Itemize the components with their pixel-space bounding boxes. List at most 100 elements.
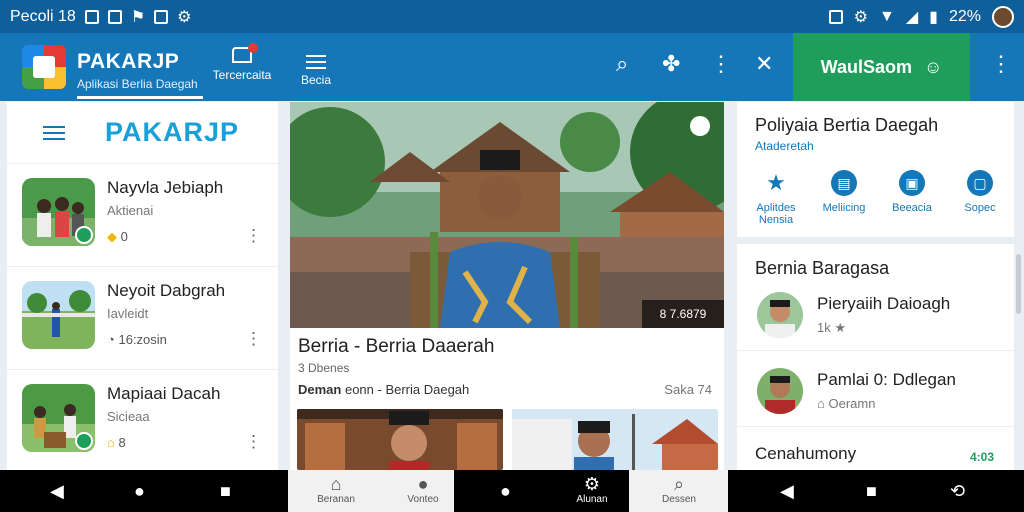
featured-image[interactable]: 8 7.6879 [290, 102, 724, 328]
tab-search[interactable]: ⌕ Dessen [649, 474, 709, 505]
shortcut-item[interactable]: ★ Aplitdes Nensia [745, 170, 807, 226]
status-bar: Pecoli 18 ⚑ ⚙ ⚙ ▼ ◢ ▮ 22% [0, 0, 1024, 33]
tab-news[interactable]: Becia [296, 51, 336, 87]
category-card-subtitle[interactable]: Ataderetah [755, 139, 814, 153]
item-more-icon[interactable]: ⋮ [245, 329, 262, 349]
puzzle-icon[interactable]: ✤ [662, 51, 680, 77]
item-thumbnail [22, 384, 95, 452]
people-card: Bernia Baragasa Pieryaiih Daioagh 1k ★ P… [737, 244, 1014, 470]
home-icon: ⌂ [817, 396, 825, 411]
pin-icon[interactable] [690, 116, 710, 136]
status-image-icon [107, 9, 122, 24]
app-brand[interactable]: PAKARJP [77, 50, 179, 74]
clock-icon: ◔ [107, 332, 115, 347]
drawer-menu-icon[interactable] [43, 122, 65, 144]
status-square-icon [84, 9, 99, 24]
item-meta: ⌂ 8 [107, 435, 126, 450]
item-title: Nayvla Jebiaph [107, 178, 224, 197]
expand-icon[interactable]: ✕ [755, 51, 773, 77]
house-icon: ⌂ [330, 474, 342, 494]
article-image[interactable] [297, 409, 503, 470]
back-icon[interactable]: ◀ [50, 481, 64, 502]
more-icon[interactable]: ⋮ [710, 51, 732, 77]
item-title: Neyoit Dabgrah [107, 281, 226, 300]
tab-home[interactable]: ⌂ Beranan [306, 474, 366, 505]
person-meta: ⌂ Oeramn [817, 396, 876, 411]
document-icon: ▣ [899, 170, 925, 196]
item-more-icon[interactable]: ⋮ [245, 432, 262, 452]
item-title: Mapiaai Dacah [107, 384, 221, 403]
user-icon: ☺ [923, 56, 943, 77]
list-item[interactable]: Nayvla Jebiaph Aktienai ◆ 0 ⋮ [7, 164, 278, 267]
notification-dot [248, 43, 258, 53]
shortcut-row: ★ Aplitdes Nensia ▤ Meliicing ▣ Beeacia … [745, 170, 1011, 226]
item-subtitle: Sicieaa [107, 409, 150, 424]
item-subtitle: Aktienai [107, 203, 154, 218]
section-footer[interactable]: Cenahumony [755, 444, 856, 464]
status-avatar[interactable] [992, 5, 1014, 28]
scrollbar[interactable] [1016, 254, 1021, 314]
app-screen: Pecoli 18 ⚑ ⚙ ⚙ ▼ ◢ ▮ 22% PAKARJP Aplika… [0, 0, 1024, 512]
shortcut-item[interactable]: ▤ Meliicing [813, 170, 875, 226]
back-icon[interactable]: ◀ [780, 481, 794, 502]
article-title: Berria - Berria Daaerah [298, 336, 495, 357]
item-more-icon[interactable]: ⋮ [245, 226, 262, 246]
bottom-tab-bar: ⌂ Beranan ● Vonteo [288, 470, 454, 512]
status-time: Pecoli 18 [10, 7, 76, 25]
status-flag-icon: ⚑ [130, 8, 146, 26]
avatar [757, 292, 803, 338]
shortcut-label: Beeacia [892, 202, 932, 214]
wifi-icon: ▼ [879, 7, 895, 25]
battery-text: 22% [948, 7, 981, 25]
person-icon: ● [417, 474, 429, 494]
verified-check-icon [75, 432, 93, 450]
tab-news-label: Becia [300, 73, 332, 87]
list-item[interactable]: Neyoit Dabgrah Iavleidt ◔ 16:zosin ⋮ [7, 267, 278, 370]
basket-icon: ▤ [831, 170, 857, 196]
home-button-icon[interactable]: ■ [866, 481, 877, 502]
system-navigation: ◀ ● ■ ⌂ Beranan ● Vonteo ● ⚙ Alunan ⌕ Dessen… [0, 470, 1024, 512]
menu-icon [296, 55, 336, 69]
item-meta: ◔ 16:zosin [107, 332, 167, 347]
gear-icon: ⚙ [583, 474, 601, 494]
app-logo-icon[interactable] [22, 45, 66, 89]
tab-trusted[interactable]: Tercercaita [208, 43, 276, 82]
welcome-label: WaulSaom [820, 56, 912, 77]
list-item[interactable]: Mapiaai Dacah Sicieaa ⌂ 8 ⋮ [7, 370, 278, 473]
tab-settings[interactable]: ⚙ Alunan [562, 474, 622, 505]
search-icon[interactable]: ⌕ [616, 51, 628, 77]
search-icon: ⌕ [673, 474, 685, 494]
overflow-menu-icon[interactable]: ⋮ [990, 51, 1012, 77]
shortcut-item[interactable]: ▢ Sopec [949, 170, 1011, 226]
verified-check-icon [75, 226, 93, 244]
shortcut-item[interactable]: ▣ Beeacia [881, 170, 943, 226]
item-meta: ◆ 0 [107, 229, 128, 244]
welcome-button[interactable]: WaulSaom ☺ [793, 33, 970, 101]
article-byline: Deman eonn - Berria Daegah [298, 382, 470, 397]
status-gear-icon: ⚙ [177, 8, 192, 26]
status-gallery-icon [828, 9, 843, 24]
star-icon: ★ [834, 320, 847, 335]
article-card[interactable]: Berria - Berria Daaerah 3 Dbenes Deman e… [290, 328, 724, 470]
drawer-logo: PAKARJP [105, 117, 240, 147]
bottom-tab-bar-right: ⌕ Dessen [629, 470, 728, 512]
tab-indicator [77, 96, 203, 99]
recents-icon[interactable]: ■ [220, 481, 231, 502]
people-card-title: Bernia Baragasa [755, 258, 890, 278]
item-thumbnail [22, 178, 95, 246]
home-button-icon[interactable]: ● [500, 481, 511, 502]
rotate-icon[interactable]: ⟲ [950, 481, 965, 502]
article-image[interactable] [512, 409, 718, 470]
signal-icon: ◢ [905, 8, 919, 26]
app-tagline: Aplikasi Berlia Daegah [77, 77, 198, 91]
tab-video[interactable]: ● Vonteo [393, 474, 453, 505]
home-button-icon[interactable]: ● [134, 481, 145, 502]
left-drawer: PAKARJP Nayvla Jebiaph Aktienai ◆ 0 ⋮ Ne… [7, 102, 278, 473]
person-row[interactable]: Pamlai 0: Ddlegan ⌂ Oeramn [737, 362, 1014, 427]
status-video-icon [154, 9, 169, 24]
person-name: Pieryaiih Daioagh [817, 294, 951, 313]
badge-icon: ◆ [107, 229, 117, 244]
shortcut-label: Aplitdes Nensia [756, 202, 796, 226]
category-card-title: Poliyaia Bertia Daegah [755, 115, 939, 135]
person-row[interactable]: Pieryaiih Daioagh 1k ★ [737, 286, 1014, 351]
